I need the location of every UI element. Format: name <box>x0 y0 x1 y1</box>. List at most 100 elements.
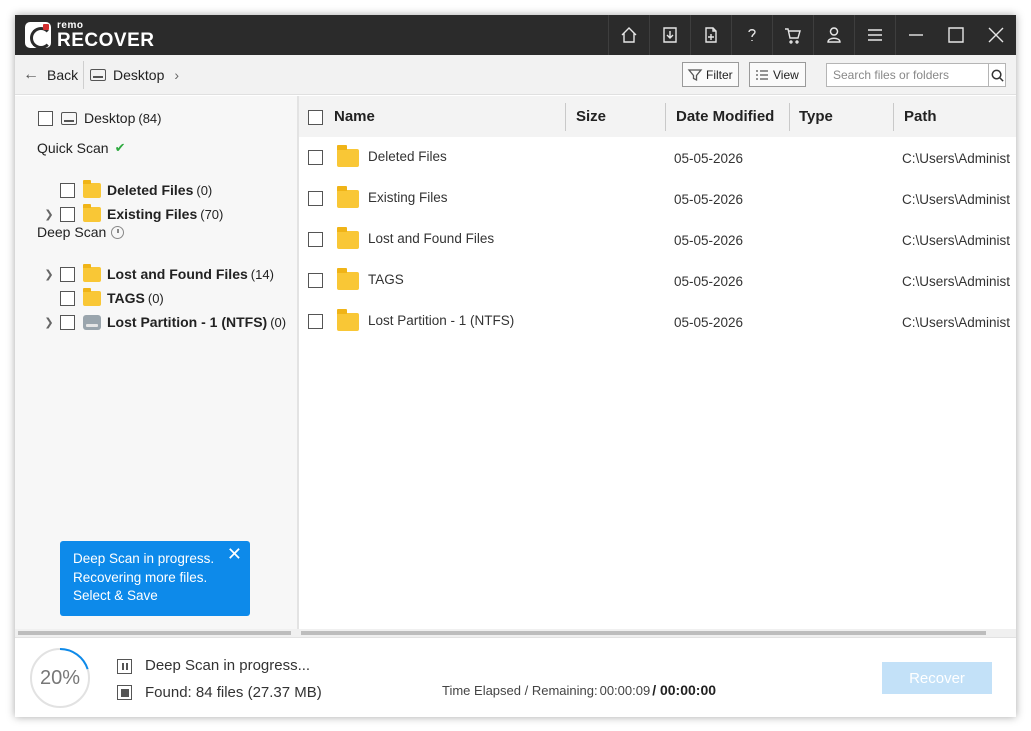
pause-button[interactable] <box>117 659 132 674</box>
checkmark-icon: ✔ <box>114 140 126 155</box>
table-row[interactable]: Existing Files 05-05-2026 C:\Users\Admin… <box>299 178 1016 219</box>
table-row[interactable]: Deleted Files 05-05-2026 C:\Users\Admini… <box>299 137 1016 178</box>
minimize-icon[interactable] <box>896 15 936 55</box>
breadcrumb-label: Desktop <box>113 67 165 83</box>
row-checkbox[interactable] <box>308 314 323 329</box>
list-horizontal-scrollbar[interactable] <box>301 631 986 635</box>
folder-icon <box>83 179 101 198</box>
quick-scan-heading: Quick Scan ✔ <box>37 140 126 156</box>
time-label: Time Elapsed / Remaining: <box>442 683 598 698</box>
desktop-checkbox[interactable] <box>38 110 53 126</box>
chevron-right-icon[interactable]: ❯ <box>44 208 54 221</box>
row-name: Deleted Files <box>368 149 447 164</box>
deep-scan-heading: Deep Scan <box>37 224 125 240</box>
stop-button[interactable] <box>117 685 132 700</box>
time-remaining: / 00:00:00 <box>652 682 717 698</box>
tree-item-tags[interactable]: TAGS (0) <box>44 287 164 308</box>
file-list: Name Size Date Modified Type Path Delete… <box>299 96 1016 631</box>
menu-icon[interactable] <box>855 15 895 55</box>
tree-item-count: (70) <box>200 206 224 222</box>
found-value: 84 files (27.37 MB) <box>195 684 322 701</box>
row-checkbox[interactable] <box>308 273 323 288</box>
column-header-size[interactable]: Size <box>576 96 606 137</box>
search-button[interactable] <box>988 64 1005 86</box>
tree-item-label: TAGS <box>107 290 145 306</box>
tree-item-label: Lost and Found Files <box>107 266 248 282</box>
table-row[interactable]: TAGS 05-05-2026 C:\Users\Administ <box>299 260 1016 301</box>
drive-icon <box>90 69 106 81</box>
chevron-right-icon[interactable]: ❯ <box>44 268 54 281</box>
app-window: remo RECOVER ← Back Desktop › Filter Vie… <box>15 15 1016 717</box>
app-logo: remo RECOVER <box>25 19 155 51</box>
navigation-toolbar: ← Back Desktop › Filter View <box>15 55 1016 95</box>
cart-icon[interactable] <box>773 15 813 55</box>
tree-item-desktop[interactable]: Desktop (84) <box>38 108 161 128</box>
row-name: Existing Files <box>368 190 448 205</box>
filter-button[interactable]: Filter <box>682 62 739 87</box>
tree-item-count: (14) <box>250 266 274 282</box>
download-icon[interactable] <box>650 15 690 55</box>
folder-tree: Desktop (84) Quick Scan ✔ Deleted Files … <box>15 96 297 631</box>
folder-icon <box>337 186 359 208</box>
logo-icon <box>25 22 52 49</box>
row-path: C:\Users\Administ <box>902 315 1011 330</box>
breadcrumb[interactable]: Desktop › <box>90 65 179 85</box>
home-icon[interactable] <box>609 15 649 55</box>
tree-item-lost-and-found[interactable]: ❯ Lost and Found Files (14) <box>44 263 274 284</box>
column-header-type[interactable]: Type <box>799 96 833 137</box>
folder-icon <box>83 263 101 282</box>
table-row[interactable]: Lost and Found Files 05-05-2026 C:\Users… <box>299 219 1016 260</box>
search-icon <box>991 69 1004 82</box>
close-icon[interactable] <box>976 15 1016 55</box>
column-header-path[interactable]: Path <box>904 96 937 137</box>
toast-close-icon[interactable]: ✕ <box>227 545 242 563</box>
recover-button[interactable]: Recover <box>882 662 992 694</box>
tree-item-lost-partition[interactable]: ❯ Lost Partition - 1 (NTFS) (0) <box>44 312 286 332</box>
back-button[interactable]: ← Back <box>23 65 78 85</box>
tree-item-label: Existing Files <box>107 206 198 222</box>
tree-horizontal-scrollbar[interactable] <box>18 631 291 635</box>
deleted-files-checkbox[interactable] <box>60 182 75 198</box>
existing-files-checkbox[interactable] <box>60 206 75 222</box>
select-all-checkbox[interactable] <box>308 110 323 125</box>
chevron-right-icon[interactable]: ❯ <box>44 316 54 329</box>
status-bar: 20% Deep Scan in progress... Found: 84 f… <box>15 637 1016 717</box>
folder-icon <box>337 268 359 290</box>
row-checkbox[interactable] <box>308 191 323 206</box>
lost-and-found-checkbox[interactable] <box>60 266 75 282</box>
tree-item-existing-files[interactable]: ❯ Existing Files (70) <box>44 203 224 224</box>
list-view-icon <box>756 69 768 80</box>
maximize-icon[interactable] <box>936 15 976 55</box>
scan-progress-label: Deep Scan in progress... <box>145 657 311 674</box>
deep-scan-toast: Deep Scan in progress. Recovering more f… <box>60 541 250 616</box>
row-path: C:\Users\Administ <box>902 274 1011 289</box>
row-checkbox[interactable] <box>308 150 323 165</box>
logo-big-text: RECOVER <box>57 29 155 51</box>
user-icon[interactable] <box>814 15 854 55</box>
tree-item-deleted-files[interactable]: Deleted Files (0) <box>44 179 212 200</box>
tree-item-count: (84) <box>138 110 162 126</box>
folder-icon <box>83 287 101 306</box>
column-header-date-modified[interactable]: Date Modified <box>676 96 774 137</box>
row-checkbox[interactable] <box>308 232 323 247</box>
search-input[interactable] <box>827 64 988 86</box>
folder-icon <box>337 309 359 331</box>
logo-small-text: remo <box>57 19 84 31</box>
add-file-icon[interactable] <box>691 15 731 55</box>
quick-scan-label: Quick Scan <box>37 140 109 156</box>
toast-line-1: Deep Scan in progress. <box>73 551 215 566</box>
row-name: TAGS <box>368 272 404 287</box>
row-name: Lost and Found Files <box>368 231 495 246</box>
lost-partition-checkbox[interactable] <box>60 314 75 330</box>
tree-item-label: Lost Partition - 1 (NTFS) <box>107 314 268 330</box>
help-icon[interactable] <box>732 15 772 55</box>
row-date: 05-05-2026 <box>674 274 744 289</box>
view-button[interactable]: View <box>749 62 806 87</box>
tags-checkbox[interactable] <box>60 290 75 306</box>
title-bar: remo RECOVER <box>15 15 1016 55</box>
table-row[interactable]: Lost Partition - 1 (NTFS) 05-05-2026 C:\… <box>299 301 1016 342</box>
column-header-name[interactable]: Name <box>334 96 375 137</box>
timer-icon <box>111 225 125 239</box>
row-path: C:\Users\Administ <box>902 151 1011 166</box>
row-date: 05-05-2026 <box>674 233 744 248</box>
